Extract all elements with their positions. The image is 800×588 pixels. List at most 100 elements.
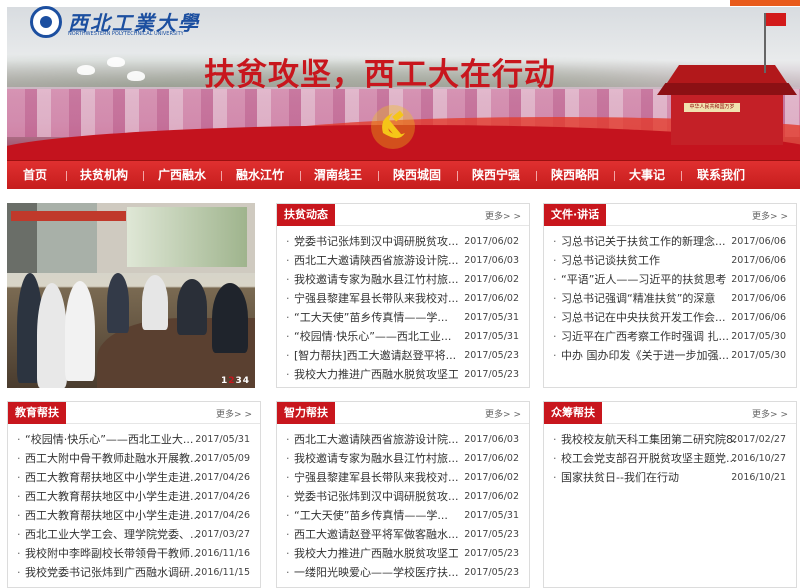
list-item[interactable]: · “平语”近人——习近平的扶贫思考 2017/06/06 <box>544 270 796 289</box>
list-item[interactable]: · 习总书记强调“精准扶贫”的深意 2017/06/06 <box>544 289 796 308</box>
list-item-title[interactable]: 党委书记张炜到汉中调研脱贫攻... <box>294 232 458 251</box>
nav-contact[interactable]: 联系我们 <box>697 161 745 190</box>
nav-lueyang[interactable]: 陕西略阳 <box>551 161 599 190</box>
more-link[interactable]: 更多> > <box>752 407 788 420</box>
list-item-title[interactable]: 我校邀请专家为融水县江竹村旅... <box>294 449 458 468</box>
list-item[interactable]: · 西工大教育帮扶地区中小学生走进... 2017/04/26 <box>8 506 260 525</box>
list-item-title[interactable]: 一缕阳光映爱心——学校医疗扶... <box>294 563 458 582</box>
list-item-title[interactable]: 习总书记强调“精准扶贫”的深意 <box>561 289 729 308</box>
list-item-title[interactable]: 西工大邀请赵登平将军做客融水... <box>294 525 458 544</box>
list-item-title[interactable]: 习总书记在中央扶贫开发工作会... <box>561 308 729 327</box>
list-item-title[interactable]: “工大天使”苗乡传真情——学... <box>294 308 458 327</box>
list-item[interactable]: · 我校附中李晔副校长带领骨干教师... 2016/11/16 <box>8 544 260 563</box>
list-item-date: 2017/06/02 <box>464 472 519 483</box>
list-item-title[interactable]: 习总书记谈扶贫工作 <box>561 251 729 270</box>
list-item-title[interactable]: 我校大力推进广西融水脱贫攻坚工作 <box>294 544 458 563</box>
list-item[interactable]: · 西北工大邀请陕西省旅游设计院... 2017/06/03 <box>277 430 529 449</box>
list-item-title[interactable]: 习近平在广西考察工作时强调 扎... <box>561 327 729 346</box>
nav-guangxi-rongshui[interactable]: 广西融水 <box>158 161 206 190</box>
list-item[interactable]: · 宁强县黎建军县长带队来我校对... 2017/06/02 <box>277 289 529 308</box>
list-item[interactable]: · 党委书记张炜到汉中调研脱贫攻... 2017/06/02 <box>277 487 529 506</box>
list-item-title[interactable]: 宁强县黎建军县长带队来我校对... <box>294 289 458 308</box>
nav-rongshui-jiangzhu[interactable]: 融水江竹 <box>236 161 284 190</box>
nav-chenggu[interactable]: 陕西城固 <box>393 161 441 190</box>
list-item-date: 2017/05/23 <box>464 350 519 361</box>
list-item[interactable]: · 西工大邀请赵登平将军做客融水... 2017/05/23 <box>277 525 529 544</box>
list-item-title[interactable]: “平语”近人——习近平的扶贫思考 <box>561 270 729 289</box>
list-item-title[interactable]: 西工大教育帮扶地区中小学生走进... <box>25 487 201 506</box>
list-item[interactable]: · 西工大教育帮扶地区中小学生走进... 2017/04/26 <box>8 487 260 506</box>
list-item-title[interactable]: “校园情·快乐心”——西北工业... <box>294 327 458 346</box>
more-link[interactable]: 更多> > <box>485 209 521 222</box>
list-item-title[interactable]: 西北工大邀请陕西省旅游设计院... <box>294 251 458 270</box>
list-item[interactable]: · 我校大力推进广西融水脱贫攻坚工作 2017/05/23 <box>277 544 529 563</box>
list-item[interactable]: · 党委书记张炜到汉中调研脱贫攻... 2017/06/02 <box>277 232 529 251</box>
nav-agencies[interactable]: 扶贫机构 <box>80 161 128 190</box>
list-item-title[interactable]: 西北工业大学工会、理学院党委、... <box>25 525 201 544</box>
list-item[interactable]: · 习总书记在中央扶贫开发工作会... 2017/06/06 <box>544 308 796 327</box>
list-item[interactable]: · 校工会党支部召开脱贫攻坚主题党... 2016/10/27 <box>544 449 796 468</box>
nav-home[interactable]: 首页 <box>23 161 47 190</box>
gate-sign: 中华人民共和国万岁 <box>684 103 740 112</box>
list-item-title[interactable]: 我校校友航天科工集团第二研究院8... <box>561 430 737 449</box>
list-item-title[interactable]: 宁强县黎建军县长带队来我校对... <box>294 468 458 487</box>
list-item-title[interactable]: 西工大教育帮扶地区中小学生走进... <box>25 468 201 487</box>
list-item[interactable]: · 习总书记关于扶贫工作的新理念... 2017/06/06 <box>544 232 796 251</box>
bullet-icon: · <box>286 452 290 465</box>
photo-slideshow[interactable]: 1234 <box>7 203 255 388</box>
pager-1[interactable]: 1 <box>221 376 227 386</box>
news-list: · “校园情·快乐心”——西北工业大... 2017/05/31 · 西工大附中骨干教师… <box>8 430 260 582</box>
list-item[interactable]: · 中办 国办印发《关于进一步加强... 2017/05/30 <box>544 346 796 365</box>
bullet-icon: · <box>286 490 290 503</box>
list-item[interactable]: · 习近平在广西考察工作时强调 扎... 2017/05/30 <box>544 327 796 346</box>
list-item[interactable]: · 西北工大邀请陕西省旅游设计院... 2017/06/03 <box>277 251 529 270</box>
list-item[interactable]: · “校园情·快乐心”——西北工业大... 2017/05/31 <box>8 430 260 449</box>
list-item-title[interactable]: 习总书记关于扶贫工作的新理念... <box>561 232 729 251</box>
list-item-title[interactable]: 校工会党支部召开脱贫攻坚主题党... <box>561 449 737 468</box>
list-item-title[interactable]: “工大天使”苗乡传真情——学... <box>294 506 458 525</box>
nav-ningqiang[interactable]: 陕西宁强 <box>472 161 520 190</box>
list-item[interactable]: · 一缕阳光映爱心——学校医疗扶... 2017/05/23 <box>277 563 529 582</box>
list-item[interactable]: · [智力帮扶]西工大邀请赵登平将... 2017/05/23 <box>277 346 529 365</box>
nav-events[interactable]: 大事记 <box>629 161 665 190</box>
pager-4[interactable]: 4 <box>243 376 249 386</box>
pager-3[interactable]: 3 <box>235 376 241 386</box>
list-item[interactable]: · 我校校友航天科工集团第二研究院8... 2017/02/27 <box>544 430 796 449</box>
site-logo[interactable]: 西北工業大學 NORTHWESTERN POLYTECHNICAL UNIVER… <box>30 6 198 40</box>
list-item[interactable]: · 我校邀请专家为融水县江竹村旅... 2017/06/02 <box>277 449 529 468</box>
list-item[interactable]: · 习总书记谈扶贫工作 2017/06/06 <box>544 251 796 270</box>
list-item-title[interactable]: 西工大教育帮扶地区中小学生走进... <box>25 506 201 525</box>
list-item-title[interactable]: 西北工大邀请陕西省旅游设计院... <box>294 430 458 449</box>
list-item-title[interactable]: 我校党委书记张炜到广西融水调研... <box>25 563 201 582</box>
list-item[interactable]: · “工大天使”苗乡传真情——学... 2017/05/31 <box>277 506 529 525</box>
list-item[interactable]: · 西工大附中骨干教师赴融水开展教... 2017/05/09 <box>8 449 260 468</box>
list-item-title[interactable]: 党委书记张炜到汉中调研脱贫攻... <box>294 487 458 506</box>
list-item-title[interactable]: 我校附中李晔副校长带领骨干教师... <box>25 544 201 563</box>
flag-icon <box>764 13 786 73</box>
list-item[interactable]: · 宁强县黎建军县长带队来我校对... 2017/06/02 <box>277 468 529 487</box>
list-item-title[interactable]: 西工大附中骨干教师赴融水开展教... <box>25 449 201 468</box>
list-item-title[interactable]: 中办 国办印发《关于进一步加强... <box>561 346 729 365</box>
list-item[interactable]: · 西北工业大学工会、理学院党委、... 2017/03/27 <box>8 525 260 544</box>
list-item-date: 2017/06/02 <box>464 274 519 285</box>
list-item[interactable]: · 我校党委书记张炜到广西融水调研... 2016/11/15 <box>8 563 260 582</box>
list-item-date: 2017/06/06 <box>731 293 786 304</box>
list-item-date: 2016/11/15 <box>195 567 250 578</box>
list-item[interactable]: · 国家扶贫日--我们在行动 2016/10/21 <box>544 468 796 487</box>
more-link[interactable]: 更多> > <box>216 407 252 420</box>
list-item[interactable]: · “校园情·快乐心”——西北工业... 2017/05/31 <box>277 327 529 346</box>
more-link[interactable]: 更多> > <box>752 209 788 222</box>
nav-weinan[interactable]: 渭南线王 <box>314 161 362 190</box>
list-item[interactable]: · 西工大教育帮扶地区中小学生走进... 2017/04/26 <box>8 468 260 487</box>
list-item-title[interactable]: 我校大力推进广西融水脱贫攻坚工作 <box>294 365 458 384</box>
dove-icon <box>77 65 95 75</box>
list-item[interactable]: · 我校大力推进广西融水脱贫攻坚工作 2017/05/23 <box>277 365 529 384</box>
list-item[interactable]: · 我校邀请专家为融水县江竹村旅... 2017/06/02 <box>277 270 529 289</box>
list-item-title[interactable]: [智力帮扶]西工大邀请赵登平将... <box>294 346 458 365</box>
more-link[interactable]: 更多> > <box>485 407 521 420</box>
list-item-title[interactable]: 国家扶贫日--我们在行动 <box>561 468 737 487</box>
pager-2[interactable]: 2 <box>228 376 234 386</box>
list-item[interactable]: · “工大天使”苗乡传真情——学... 2017/05/31 <box>277 308 529 327</box>
list-item-title[interactable]: “校园情·快乐心”——西北工业大... <box>25 430 201 449</box>
list-item-title[interactable]: 我校邀请专家为融水县江竹村旅... <box>294 270 458 289</box>
